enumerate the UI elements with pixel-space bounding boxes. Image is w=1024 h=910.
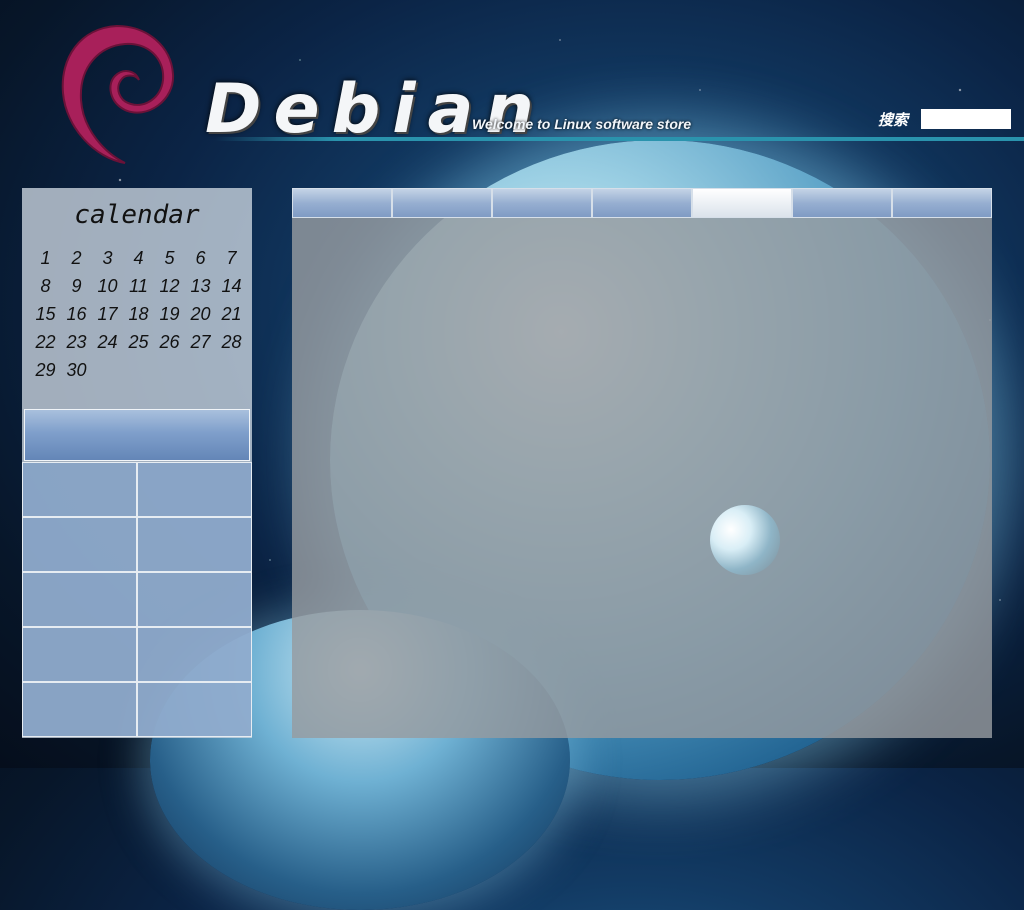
tab-7[interactable] xyxy=(892,188,992,218)
calendar-day[interactable]: 21 xyxy=(216,300,247,328)
category-cell[interactable] xyxy=(137,627,252,682)
calendar-day[interactable]: 26 xyxy=(154,328,185,356)
calendar-day[interactable]: 6 xyxy=(185,244,216,272)
calendar-day[interactable]: 24 xyxy=(92,328,123,356)
tab-6[interactable] xyxy=(792,188,892,218)
category-header-button[interactable] xyxy=(24,409,250,461)
category-cell[interactable] xyxy=(137,462,252,517)
calendar-day[interactable]: 4 xyxy=(123,244,154,272)
category-cell[interactable] xyxy=(137,682,252,737)
calendar-day[interactable]: 16 xyxy=(61,300,92,328)
calendar-day[interactable]: 19 xyxy=(154,300,185,328)
category-grid xyxy=(22,462,252,737)
tab-1[interactable] xyxy=(292,188,392,218)
debian-swirl-icon xyxy=(61,24,175,164)
category-cell[interactable] xyxy=(22,517,137,572)
debian-logo: Debian xyxy=(55,18,534,168)
tab-3[interactable] xyxy=(492,188,592,218)
calendar-day[interactable]: 28 xyxy=(216,328,247,356)
tab-5[interactable] xyxy=(692,188,792,218)
category-cell[interactable] xyxy=(22,572,137,627)
tab-bar xyxy=(292,188,992,218)
calendar-day[interactable]: 2 xyxy=(61,244,92,272)
calendar-day[interactable]: 7 xyxy=(216,244,247,272)
calendar-day[interactable]: 22 xyxy=(30,328,61,356)
search-label: 搜索 xyxy=(878,111,909,129)
calendar-day[interactable]: 18 xyxy=(123,300,154,328)
tab-4[interactable] xyxy=(592,188,692,218)
calendar-day[interactable]: 29 xyxy=(30,356,61,384)
calendar-day[interactable]: 9 xyxy=(61,272,92,300)
category-cell[interactable] xyxy=(137,517,252,572)
category-cell[interactable] xyxy=(137,572,252,627)
calendar-title: calendar xyxy=(74,200,200,230)
calendar-day[interactable]: 25 xyxy=(123,328,154,356)
search-input[interactable] xyxy=(921,109,1011,129)
header-divider xyxy=(215,137,1024,141)
calendar-day[interactable]: 20 xyxy=(185,300,216,328)
calendar-day[interactable]: 3 xyxy=(92,244,123,272)
calendar-day[interactable]: 17 xyxy=(92,300,123,328)
category-cell[interactable] xyxy=(22,462,137,517)
calendar-day[interactable]: 14 xyxy=(216,272,247,300)
calendar-grid: 1 2 3 4 5 6 7 8 9 10 11 12 13 14 15 16 1… xyxy=(30,244,254,384)
calendar-day[interactable]: 5 xyxy=(154,244,185,272)
tab-2[interactable] xyxy=(392,188,492,218)
calendar-day[interactable]: 23 xyxy=(61,328,92,356)
calendar-day[interactable]: 11 xyxy=(123,272,154,300)
calendar-day[interactable]: 8 xyxy=(30,272,61,300)
main-content-panel xyxy=(292,218,992,738)
moon-image xyxy=(710,505,780,575)
calendar-day[interactable]: 30 xyxy=(61,356,92,384)
calendar-day[interactable]: 13 xyxy=(185,272,216,300)
calendar-day[interactable]: 27 xyxy=(185,328,216,356)
welcome-text: Welcome to Linux software store xyxy=(472,116,692,132)
category-cell[interactable] xyxy=(22,627,137,682)
calendar-day[interactable]: 1 xyxy=(30,244,61,272)
calendar-day[interactable]: 12 xyxy=(154,272,185,300)
category-cell[interactable] xyxy=(22,682,137,737)
calendar-day[interactable]: 15 xyxy=(30,300,61,328)
calendar-day[interactable]: 10 xyxy=(92,272,123,300)
